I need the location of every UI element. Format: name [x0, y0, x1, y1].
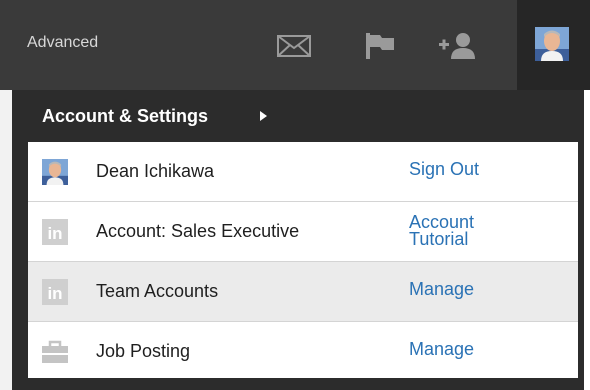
account-tutorial-link[interactable]: Account Tutorial	[409, 213, 474, 249]
sign-out-link[interactable]: Sign Out	[409, 160, 479, 178]
list-item-job-posting[interactable]: Job Posting Manage	[28, 322, 578, 378]
list-item-profile[interactable]: Dean Ichikawa Sign Out	[28, 142, 578, 202]
job-posting-label: Job Posting	[96, 341, 191, 361]
account-tutorial-line2: Tutorial	[409, 229, 469, 249]
manage-team-link[interactable]: Manage	[409, 280, 474, 298]
add-connection-icon[interactable]	[439, 31, 475, 59]
avatar	[535, 27, 569, 66]
avatar	[42, 159, 68, 185]
dropdown-header[interactable]: Account & Settings	[12, 90, 584, 142]
advanced-search-link[interactable]: Advanced	[27, 34, 98, 52]
account-settings-title[interactable]: Account & Settings	[42, 106, 208, 127]
top-nav-bar: Advanced	[0, 0, 590, 90]
account-type-label: Account: Sales Executive	[96, 221, 300, 241]
account-menu-list: Dean Ichikawa Sign Out in Account: Sales…	[28, 142, 578, 378]
linkedin-icon: in	[42, 219, 68, 245]
list-item-account[interactable]: in Account: Sales Executive Account Tuto…	[28, 202, 578, 262]
profile-tab[interactable]	[517, 0, 590, 90]
profile-name: Dean Ichikawa	[96, 161, 215, 181]
mail-icon[interactable]	[277, 35, 311, 57]
list-item-team-accounts[interactable]: in Team Accounts Manage	[28, 262, 578, 322]
linkedin-icon: in	[42, 279, 68, 305]
briefcase-icon	[42, 339, 68, 365]
team-accounts-label: Team Accounts	[96, 281, 219, 301]
caret-right-icon	[260, 111, 267, 121]
flag-icon[interactable]	[366, 33, 394, 59]
manage-jobs-link[interactable]: Manage	[409, 340, 474, 358]
